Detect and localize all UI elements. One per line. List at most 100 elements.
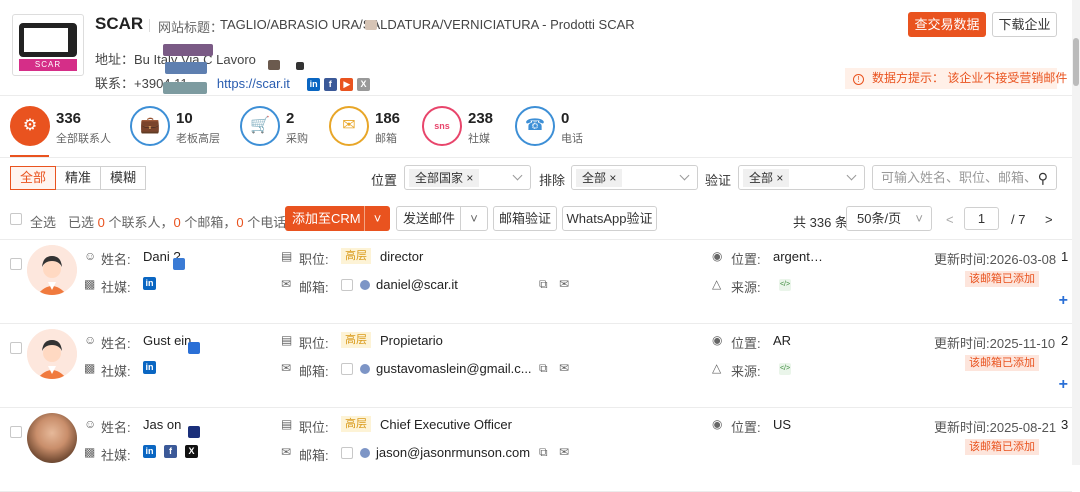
row-checkbox[interactable] (10, 258, 22, 270)
verified-dot-icon (360, 280, 370, 290)
user-icon: ☺ (84, 249, 97, 263)
senior-badge: 高层 (341, 332, 371, 348)
copy-icon[interactable]: ⧉ (539, 277, 548, 292)
add-icon[interactable]: + (1059, 376, 1068, 394)
next-page-button[interactable]: > (1045, 212, 1053, 227)
chevron-down-icon (846, 170, 857, 181)
chevron-down-icon (679, 170, 690, 181)
verified-dot-icon (360, 364, 370, 374)
row-checkbox[interactable] (10, 342, 22, 354)
prev-page-button[interactable]: < (946, 212, 954, 227)
exclude-select[interactable]: 全部 × (571, 165, 698, 190)
senior-badge: 高层 (341, 248, 371, 264)
linkedin-icon[interactable]: in (143, 277, 156, 290)
company-header: SCAR SCAR 网站标题： TAGLIO/ABRASIO URA/SALDA… (0, 0, 1072, 96)
linkedin-icon[interactable]: in (143, 445, 156, 458)
position-filter-label: 位置 (371, 173, 398, 188)
name-label: 姓名: (101, 252, 131, 267)
send-mail-button[interactable]: 发送邮件 ˅ (396, 206, 488, 231)
envelope-icon: ✉ (281, 277, 292, 291)
location-label: 位置: (731, 420, 761, 435)
location-pin-icon: ◉ (712, 417, 723, 431)
email-checkbox[interactable] (341, 363, 353, 375)
avatar (27, 245, 77, 295)
verify-mail-button[interactable]: 邮箱验证 (493, 206, 557, 231)
copy-icon[interactable]: ⧉ (539, 445, 548, 460)
email-value: daniel@scar.it (360, 277, 458, 292)
sort-filter-label: 排除 (539, 173, 566, 188)
stat-count: 10 (176, 110, 193, 127)
linkedin-icon[interactable]: in (143, 361, 156, 374)
location-value: AR (773, 333, 792, 348)
user-icon: ☺ (84, 417, 97, 431)
email-label: 邮箱: (299, 364, 329, 379)
chevron-down-icon (512, 170, 523, 181)
trade-data-button[interactable]: 查交易数据 (908, 12, 986, 37)
add-to-crm-button[interactable]: 添加至CRM ˅ (285, 206, 390, 231)
contact-name: Gust ein (143, 333, 192, 348)
video-icon: ▩ (84, 277, 96, 291)
updated-time: 更新时间:2025-08-21 (934, 420, 1057, 435)
facebook-icon[interactable]: f (164, 445, 177, 458)
mail-added-badge: 该邮箱已添加 (965, 355, 1039, 371)
copy-icon[interactable]: ⧉ (539, 361, 548, 376)
row-checkbox[interactable] (10, 426, 22, 438)
whatsapp-verify-button[interactable]: WhatsApp验证 (562, 206, 657, 231)
website-link[interactable]: https://scar.it (217, 76, 290, 91)
location-value: argent… (773, 249, 823, 264)
page-size-select[interactable]: 50条/页 ˅ (846, 206, 932, 231)
email-checkbox[interactable] (341, 279, 353, 291)
linkedin-icon[interactable]: in (307, 78, 321, 92)
contacts-icon: ⚙ (10, 106, 50, 146)
stat-count: 0 (561, 110, 570, 127)
video-icon: ▩ (84, 361, 96, 375)
email-label: 邮箱: (299, 448, 329, 463)
mail-send-icon[interactable]: ✉ (559, 361, 569, 375)
row-index: 2 (1061, 333, 1069, 348)
social-label: 社媒: (101, 448, 131, 463)
email-checkbox[interactable] (341, 447, 353, 459)
updated-time: 更新时间:2026-03-08 (934, 252, 1057, 267)
tab-fuzzy[interactable]: 模糊 (100, 166, 147, 190)
page-number-input[interactable]: 1 (964, 207, 999, 230)
briefcase-icon: 💼 (130, 106, 170, 146)
avatar (27, 329, 77, 379)
source-label: 来源: (731, 364, 761, 379)
code-icon[interactable]: </> (779, 279, 791, 291)
mail-send-icon[interactable]: ✉ (559, 277, 569, 291)
verify-tag: 全部 × (743, 169, 790, 187)
verify-select[interactable]: 全部 × (738, 165, 865, 190)
stat-label: 邮箱 (375, 133, 397, 145)
download-company-button[interactable]: 下载企业 (992, 12, 1057, 37)
envelope-icon: ✉ (329, 106, 369, 146)
exclude-tag: 全部 × (576, 169, 623, 187)
facebook-icon[interactable]: f (323, 78, 337, 92)
chevron-down-icon: ˅ (364, 206, 390, 231)
source-label: 来源: (731, 280, 761, 295)
stat-label: 社媒 (468, 133, 490, 145)
email-value: gustavomaslein@gmail.c... (360, 361, 532, 376)
company-logo: SCAR (12, 14, 84, 76)
tab-all[interactable]: 全部 (10, 166, 57, 190)
briefcase-icon: ▤ (281, 333, 293, 347)
select-all-checkbox[interactable] (10, 213, 22, 225)
tab-exact[interactable]: 精准 (55, 166, 102, 190)
add-icon[interactable]: + (1059, 292, 1068, 310)
job-title: director (380, 249, 424, 264)
position-select[interactable]: 全部国家 × (404, 165, 531, 190)
code-icon[interactable]: </> (779, 363, 791, 375)
user-icon: ☺ (84, 333, 97, 347)
x-icon[interactable]: X (185, 445, 198, 458)
site-title: TAGLIO/ABRASIO URA/SALDATURA/VERNICIATUR… (220, 17, 635, 32)
scrollbar[interactable] (1072, 0, 1080, 465)
envelope-icon: ✉ (281, 445, 292, 459)
data-notice: ! 数据方提示： 该企业不接受营销邮件 (845, 68, 1067, 89)
job-title: Chief Executive Officer (380, 417, 512, 432)
x-icon[interactable]: X (357, 78, 370, 92)
position-label: 职位: (299, 252, 329, 267)
senior-badge: 高层 (341, 416, 371, 432)
row-index: 1 (1061, 249, 1069, 264)
youtube-icon[interactable]: ▶ (340, 78, 354, 92)
mail-send-icon[interactable]: ✉ (559, 445, 569, 459)
search-input[interactable]: 可输入姓名、职位、邮箱、 ⚲ (872, 165, 1057, 190)
